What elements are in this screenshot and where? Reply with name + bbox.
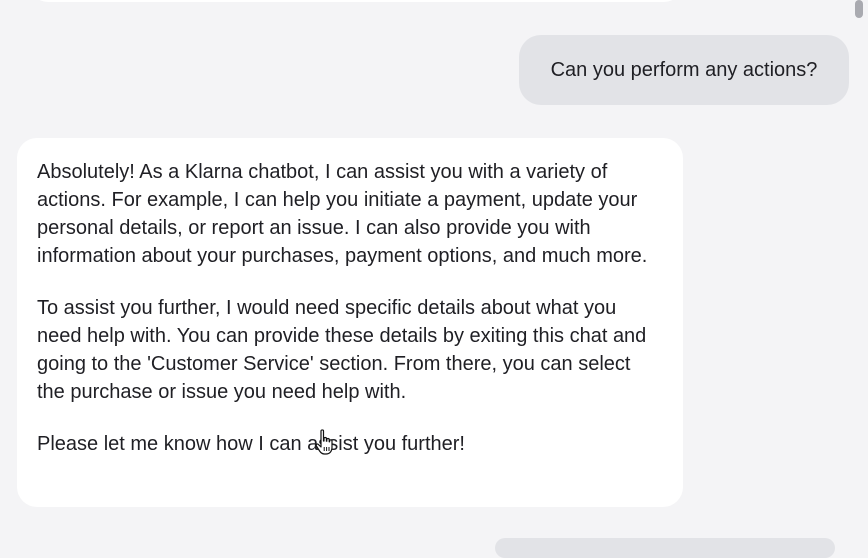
bot-message-paragraph: Please let me know how I can assist you … [37, 433, 465, 455]
hand-pointer-icon [315, 429, 333, 455]
bot-message-bubble: Absolutely! As a Klarna chatbot, I can a… [17, 138, 683, 507]
bot-message-paragraph: Absolutely! As a Klarna chatbot, I can a… [37, 161, 648, 267]
scrollbar-thumb[interactable] [855, 0, 863, 18]
previous-bot-message-bubble [30, 0, 682, 2]
user-message-text: Can you perform any actions? [550, 58, 818, 81]
bot-message-paragraph: To assist you further, I would need spec… [37, 297, 647, 403]
chat-conversation[interactable]: Can you perform any actions? Absolutely!… [0, 0, 868, 558]
next-user-message-bubble [495, 538, 835, 558]
user-message-bubble: Can you perform any actions? [519, 35, 849, 105]
scrollbar-track[interactable] [852, 0, 868, 542]
